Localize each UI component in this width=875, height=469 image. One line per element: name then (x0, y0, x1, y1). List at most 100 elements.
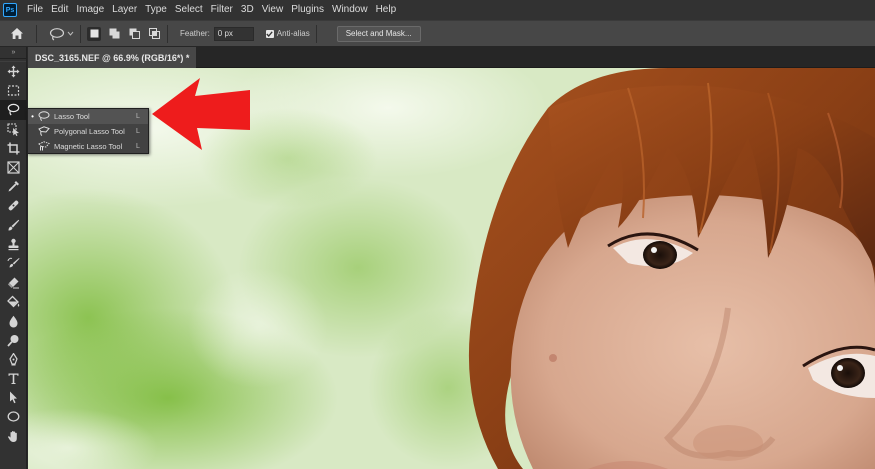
add-to-selection-icon (109, 28, 119, 39)
type-icon (8, 373, 19, 385)
dodge-tool[interactable] (0, 331, 27, 350)
rectangular-marquee-tool[interactable] (0, 81, 27, 100)
dodge-icon (7, 334, 19, 347)
photoshop-logo-icon: Ps (3, 3, 17, 17)
new-selection-button[interactable] (87, 26, 101, 41)
selection-mode-group (87, 26, 161, 41)
tool-preset-picker[interactable] (49, 27, 74, 41)
menu-select[interactable]: Select (171, 0, 207, 20)
menu-image[interactable]: Image (72, 0, 108, 20)
intersect-selection-button[interactable] (147, 27, 161, 41)
flyout-item-lasso[interactable]: • Lasso Tool L (28, 109, 148, 124)
crop-tool[interactable] (0, 139, 27, 158)
options-divider (167, 24, 168, 43)
add-to-selection-button[interactable] (107, 27, 121, 41)
flyout-item-shortcut: L (136, 127, 140, 135)
paint-bucket-icon (7, 295, 20, 308)
flyout-item-shortcut: L (136, 112, 140, 120)
blur-tool[interactable] (0, 311, 27, 330)
antialias-checkbox[interactable] (265, 29, 274, 38)
tools-panel: » (0, 47, 27, 469)
lasso-icon (7, 104, 20, 116)
blur-drop-icon (9, 315, 18, 328)
history-brush-icon (7, 257, 20, 268)
ellipse-tool[interactable] (0, 407, 27, 426)
pen-tool[interactable] (0, 350, 27, 369)
history-brush-tool[interactable] (0, 254, 27, 273)
current-tool-bullet: • (31, 111, 34, 121)
stamp-icon (8, 238, 19, 250)
frame-tool[interactable] (0, 158, 27, 177)
menu-help[interactable]: Help (372, 0, 401, 20)
antialias-toggle[interactable]: Anti-alias (265, 29, 310, 38)
lasso-tools-flyout: • Lasso Tool L Polygonal Lasso Tool L Ma… (27, 108, 149, 154)
collapse-panel-button[interactable]: » (0, 47, 26, 58)
flyout-item-polygonal-lasso[interactable]: Polygonal Lasso Tool L (28, 124, 148, 139)
eyedropper-tool[interactable] (0, 177, 27, 196)
new-selection-icon (90, 29, 98, 38)
feather-label: Feather: (180, 29, 210, 38)
hand-tool[interactable] (0, 427, 27, 446)
magnetic-lasso-icon (37, 140, 51, 152)
move-tool[interactable] (0, 62, 27, 81)
lasso-tool[interactable] (0, 100, 27, 120)
menu-layer[interactable]: Layer (108, 0, 141, 20)
brush-icon (8, 219, 20, 231)
document-tab[interactable]: DSC_3165.NEF @ 66.9% (RGB/16*) * (28, 47, 197, 68)
antialias-label: Anti-alias (276, 29, 310, 38)
eraser-tool[interactable] (0, 273, 27, 292)
lasso-icon (37, 110, 51, 122)
marquee-icon (7, 85, 20, 96)
subtract-from-selection-icon (129, 28, 140, 39)
document-tab-bar: DSC_3165.NEF @ 66.9% (RGB/16*) * (28, 47, 875, 68)
red-arrow-annotation (152, 78, 250, 150)
options-divider (315, 24, 317, 43)
crop-icon (7, 142, 20, 155)
eraser-icon (8, 277, 19, 289)
clone-stamp-tool[interactable] (0, 235, 27, 254)
intersect-selection-icon (148, 28, 160, 39)
menu-view[interactable]: View (258, 0, 288, 20)
flyout-item-shortcut: L (136, 142, 140, 150)
paint-bucket-tool[interactable] (0, 292, 27, 311)
flyout-item-label: Lasso Tool (54, 111, 90, 121)
polygonal-lasso-icon (37, 125, 51, 137)
feather-input[interactable] (213, 26, 254, 41)
chevron-down-icon (67, 31, 74, 36)
menu-window[interactable]: Window (328, 0, 372, 20)
checkmark-icon (266, 30, 273, 37)
flyout-item-magnetic-lasso[interactable]: Magnetic Lasso Tool L (28, 139, 148, 154)
frame-icon (7, 161, 20, 174)
hand-icon (8, 430, 17, 442)
lasso-icon (49, 27, 65, 41)
healing-brush-icon (8, 201, 19, 211)
menu-file[interactable]: File (23, 0, 47, 20)
home-button[interactable] (4, 21, 30, 47)
eyedropper-icon (8, 181, 19, 192)
flyout-item-label: Magnetic Lasso Tool (54, 141, 123, 151)
ellipse-icon (7, 411, 20, 423)
pen-icon (9, 352, 18, 366)
arrow-icon (152, 78, 250, 150)
menu-bar: Ps File Edit Image Layer Type Select Fil… (0, 0, 875, 20)
menu-filter[interactable]: Filter (207, 0, 237, 20)
select-and-mask-button[interactable]: Select and Mask... (336, 25, 421, 42)
path-selection-icon (10, 391, 17, 404)
menu-edit[interactable]: Edit (47, 0, 72, 20)
object-selection-icon (7, 123, 19, 136)
brush-tool[interactable] (0, 216, 27, 235)
object-selection-tool[interactable] (0, 120, 27, 139)
menu-plugins[interactable]: Plugins (287, 0, 328, 20)
options-bar: Feather: Anti-alias Select and Mask... (0, 20, 875, 47)
spot-healing-brush-tool[interactable] (0, 196, 27, 215)
path-selection-tool[interactable] (0, 388, 27, 407)
home-icon (11, 28, 23, 39)
type-tool[interactable] (0, 369, 27, 388)
options-divider (80, 24, 81, 43)
subtract-from-selection-button[interactable] (127, 27, 141, 41)
menu-type[interactable]: Type (141, 0, 171, 20)
menu-3d[interactable]: 3D (237, 0, 258, 20)
move-icon (7, 65, 20, 78)
flyout-item-label: Polygonal Lasso Tool (54, 126, 125, 136)
options-divider (36, 24, 37, 43)
